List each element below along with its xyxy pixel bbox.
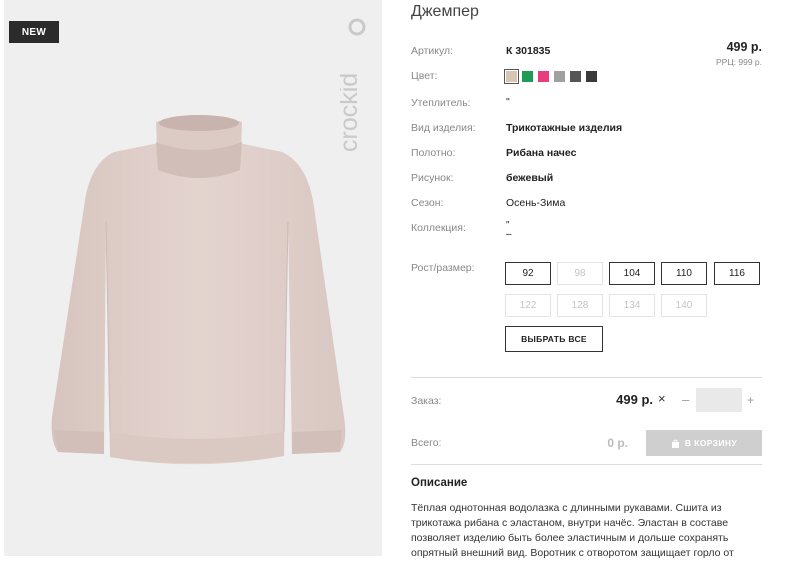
color-swatch-charcoal[interactable]	[586, 71, 597, 82]
pattern-value: бежевый	[506, 172, 554, 184]
divider	[411, 464, 762, 465]
size-label: Рост/размер:	[411, 262, 475, 274]
size-110[interactable]: 110	[661, 262, 707, 285]
color-label: Цвет:	[411, 70, 438, 82]
add-to-cart-button[interactable]: В КОРЗИНУ	[646, 430, 762, 456]
total-value: 0 р.	[607, 436, 628, 450]
type-label: Вид изделия:	[411, 122, 476, 134]
season-label: Сезон:	[411, 197, 444, 209]
increase-quantity-button[interactable]: +	[747, 393, 754, 407]
product-title: Джемпер	[411, 3, 479, 20]
sku-value: К 301835	[506, 45, 551, 57]
size-128: 128	[557, 294, 603, 317]
description-title[interactable]: Описание	[411, 477, 467, 489]
insulation-value: "	[506, 96, 510, 108]
decrease-quantity-button[interactable]: –	[682, 392, 689, 407]
add-to-cart-label: В КОРЗИНУ	[684, 438, 738, 448]
product-price: 499 р.	[726, 40, 762, 54]
fabric-value: Рибана начес	[506, 147, 577, 159]
color-swatch-gray[interactable]	[554, 71, 565, 82]
total-label: Всего:	[411, 437, 442, 449]
insulation-label: Утеплитель:	[411, 97, 471, 109]
order-price: 499 р.	[616, 392, 653, 407]
order-label: Заказ:	[411, 395, 442, 407]
bag-icon	[671, 439, 679, 448]
pattern-label: Рисунок:	[411, 172, 454, 184]
fabric-label: Полотно:	[411, 147, 456, 159]
season-value: Осень-Зима	[506, 197, 566, 209]
size-104[interactable]: 104	[609, 262, 655, 285]
times-icon: ×	[658, 391, 666, 406]
size-140: 140	[661, 294, 707, 317]
color-swatch-green[interactable]	[522, 71, 533, 82]
color-swatch-beige[interactable]	[504, 69, 519, 84]
sweater-image	[51, 115, 346, 465]
color-swatches	[504, 69, 597, 84]
color-swatch-pink[interactable]	[538, 71, 549, 82]
divider	[411, 377, 762, 378]
select-all-button[interactable]: ВЫБРАТЬ ВСЕ	[505, 326, 603, 352]
product-photo[interactable]: NEW crockid	[4, 0, 382, 556]
collection-extra: –	[506, 229, 512, 240]
description-text: Тёплая однотонная водолазка с длинными р…	[411, 502, 734, 559]
size-92[interactable]: 92	[505, 262, 551, 285]
new-badge: NEW	[9, 21, 59, 43]
quantity-input[interactable]	[696, 388, 742, 412]
size-98: 98	[557, 262, 603, 285]
size-116[interactable]: 116	[714, 262, 760, 285]
collection-label: Коллекция:	[411, 222, 466, 234]
sku-label: Артикул:	[411, 45, 454, 57]
size-134: 134	[609, 294, 655, 317]
type-value: Трикотажные изделия	[506, 122, 623, 134]
rrp-price: РРЦ: 999 р.	[716, 57, 762, 67]
color-swatch-dark-gray[interactable]	[570, 71, 581, 82]
size-122: 122	[505, 294, 551, 317]
